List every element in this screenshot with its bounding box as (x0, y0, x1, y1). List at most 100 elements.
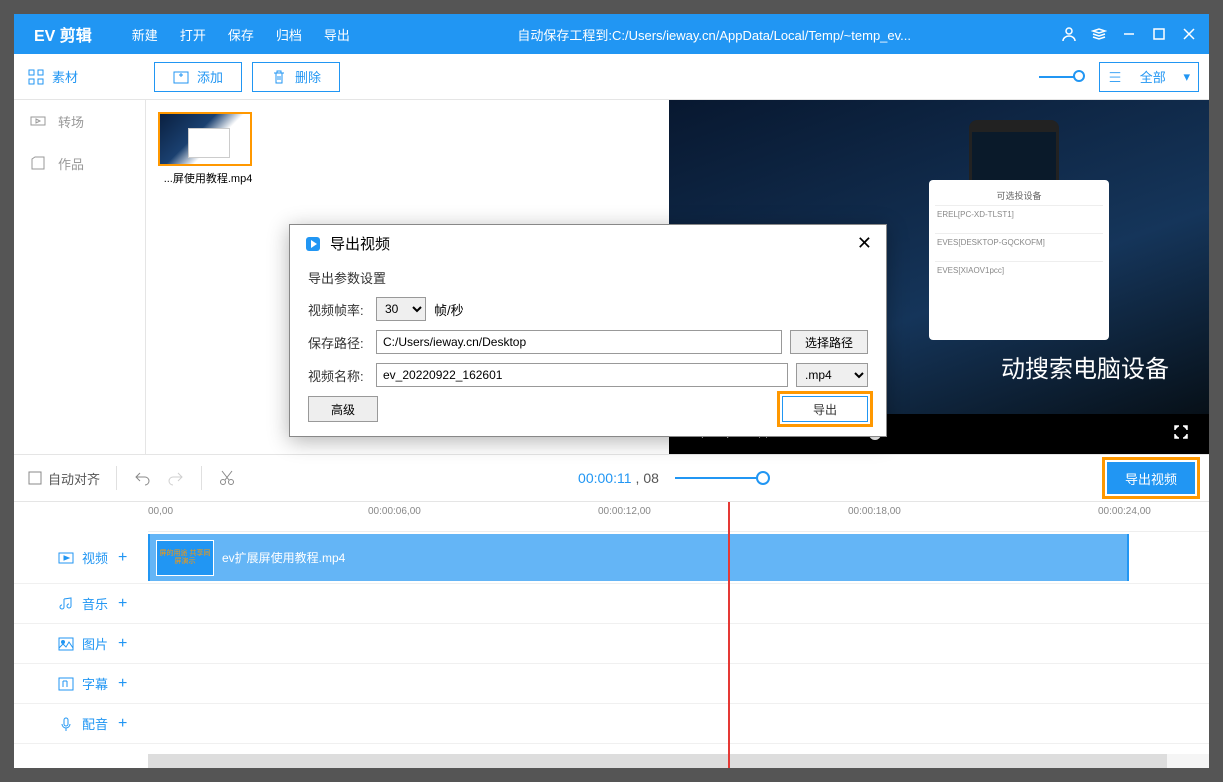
track-body-video[interactable]: 屏的用途 共享同屏演示 ev扩展屏使用教程.mp4 (148, 532, 1209, 583)
close-icon[interactable] (1181, 26, 1197, 42)
browse-button[interactable]: 选择路径 (790, 330, 868, 354)
track-head-subtitle[interactable]: 字幕 + (14, 674, 148, 693)
timecode-frames: 08 (643, 470, 659, 486)
asset-toolbar: 素材 添加 删除 全部 ▾ (14, 54, 1209, 100)
fps-select[interactable]: 30 (376, 297, 426, 321)
track-head-dub[interactable]: 配音 + (14, 714, 148, 733)
filter-dropdown[interactable]: 全部 ▾ (1099, 62, 1199, 92)
ruler-mark: 00,00 (148, 506, 173, 517)
track-video-label: 视频 (82, 548, 108, 567)
device-item: EREL[PC-XD-TLST1] (935, 205, 1103, 233)
device-list-header: 可选投设备 (935, 186, 1103, 205)
export-video-button[interactable]: 导出视频 (1107, 462, 1195, 494)
path-label: 保存路径: (308, 333, 368, 352)
timeline-toolbar: 自动对齐 00:00:11 , 08 导出视频 (14, 454, 1209, 502)
dialog-body: 导出参数设置 视频帧率: 30 帧/秒 保存路径: 选择路径 视频名称: .mp… (290, 262, 886, 436)
video-clip[interactable]: 屏的用途 共享同屏演示 ev扩展屏使用教程.mp4 (148, 534, 1129, 581)
scrollbar-thumb[interactable] (148, 754, 1167, 768)
track-video: 视频 + 屏的用途 共享同屏演示 ev扩展屏使用教程.mp4 (14, 532, 1209, 584)
cut-icon[interactable] (218, 469, 236, 487)
add-music-track-icon[interactable]: + (118, 595, 127, 613)
clip-name: ev扩展屏使用教程.mp4 (222, 549, 345, 566)
timeline-scrollbar[interactable] (148, 754, 1209, 768)
add-subtitle-track-icon[interactable]: + (118, 675, 127, 693)
zoom-slider[interactable] (675, 477, 765, 479)
auto-align-label: 自动对齐 (48, 469, 100, 488)
sidebar-works-label: 作品 (58, 154, 84, 173)
track-image: 图片 + (14, 624, 1209, 664)
add-image-track-icon[interactable]: + (118, 635, 127, 653)
timeline-ruler[interactable]: 00,00 00:00:06,00 00:00:12,00 00:00:18,0… (148, 502, 1209, 532)
timeline: 00,00 00:00:06,00 00:00:12,00 00:00:18,0… (14, 502, 1209, 768)
dialog-close-icon[interactable]: ✕ (857, 233, 872, 254)
export-confirm-button[interactable]: 导出 (782, 396, 868, 422)
undo-icon[interactable] (133, 469, 151, 487)
playhead[interactable] (728, 502, 730, 768)
track-dub-label: 配音 (82, 714, 108, 733)
track-head-music[interactable]: 音乐 + (14, 594, 148, 613)
menu-open[interactable]: 打开 (180, 25, 206, 44)
sidebar-item-works[interactable]: 作品 (14, 142, 145, 184)
track-subtitle-label: 字幕 (82, 674, 108, 693)
dialog-title-text: 导出视频 (330, 233, 390, 254)
asset-name: ...屏使用教程.mp4 (158, 170, 258, 186)
menu-export[interactable]: 导出 (324, 25, 350, 44)
delete-button[interactable]: 删除 (252, 62, 340, 92)
autosave-path: 自动保存工程到:C:/Users/ieway.cn/AppData/Local/… (517, 25, 1061, 44)
add-video-track-icon[interactable]: + (118, 549, 127, 567)
minimize-icon[interactable] (1121, 26, 1137, 42)
path-input[interactable] (376, 330, 782, 354)
maximize-icon[interactable] (1151, 26, 1167, 42)
asset-item[interactable]: ...屏使用教程.mp4 (158, 112, 258, 186)
delete-button-label: 删除 (295, 67, 321, 86)
path-row: 保存路径: 选择路径 (308, 330, 868, 354)
ext-select[interactable]: .mp4 (796, 363, 868, 387)
sidebar: 转场 作品 (14, 100, 146, 454)
menu-save[interactable]: 保存 (228, 25, 254, 44)
sidebar-item-transitions[interactable]: 转场 (14, 100, 145, 142)
window-controls (1061, 26, 1209, 42)
dialog-titlebar: 导出视频 ✕ (290, 225, 886, 262)
name-input[interactable] (376, 363, 788, 387)
device-item: EVES[DESKTOP-GQCKOFM] (935, 233, 1103, 261)
track-subtitle: 字幕 + (14, 664, 1209, 704)
fps-row: 视频帧率: 30 帧/秒 (308, 297, 868, 321)
track-body-image[interactable] (148, 624, 1209, 663)
play-icon (304, 235, 322, 253)
name-label: 视频名称: (308, 366, 368, 385)
fps-unit: 帧/秒 (434, 300, 464, 319)
track-body-dub[interactable] (148, 704, 1209, 743)
name-row: 视频名称: .mp4 (308, 363, 868, 387)
tab-assets[interactable]: 素材 (24, 67, 144, 86)
fullscreen-button[interactable] (1173, 424, 1189, 445)
device-item: EVES[XIAOV1pcc] (935, 261, 1103, 289)
chevron-down-icon: ▾ (1183, 69, 1190, 85)
redo-icon[interactable] (167, 469, 185, 487)
menu-new[interactable]: 新建 (132, 25, 158, 44)
thumb-size-slider[interactable] (1039, 76, 1079, 78)
track-body-music[interactable] (148, 584, 1209, 623)
track-dub: 配音 + (14, 704, 1209, 744)
titlebar: EV 剪辑 新建 打开 保存 归档 导出 自动保存工程到:C:/Users/ie… (14, 14, 1209, 54)
layers-icon[interactable] (1091, 26, 1107, 42)
track-head-image[interactable]: 图片 + (14, 634, 148, 653)
timecode-current: 00:00:11 (578, 470, 631, 486)
advanced-button[interactable]: 高级 (308, 396, 378, 422)
timecode-sep: , (636, 470, 640, 486)
dialog-section-title: 导出参数设置 (308, 268, 868, 287)
main-menu: 新建 打开 保存 归档 导出 (132, 25, 350, 44)
menu-archive[interactable]: 归档 (276, 25, 302, 44)
track-body-subtitle[interactable] (148, 664, 1209, 703)
auto-align-checkbox[interactable]: 自动对齐 (28, 469, 100, 488)
app-logo: EV 剪辑 (14, 22, 112, 46)
tracks: 视频 + 屏的用途 共享同屏演示 ev扩展屏使用教程.mp4 音乐 + (14, 532, 1209, 754)
dialog-actions: 高级 导出 (308, 396, 868, 422)
user-icon[interactable] (1061, 26, 1077, 42)
timecode-display: 00:00:11 , 08 (578, 470, 659, 486)
tab-assets-label: 素材 (52, 67, 78, 86)
ruler-mark: 00:00:06,00 (368, 506, 421, 517)
ruler-mark: 00:00:24,00 (1098, 506, 1151, 517)
track-head-video[interactable]: 视频 + (14, 548, 148, 567)
add-dub-track-icon[interactable]: + (118, 715, 127, 733)
add-button[interactable]: 添加 (154, 62, 242, 92)
